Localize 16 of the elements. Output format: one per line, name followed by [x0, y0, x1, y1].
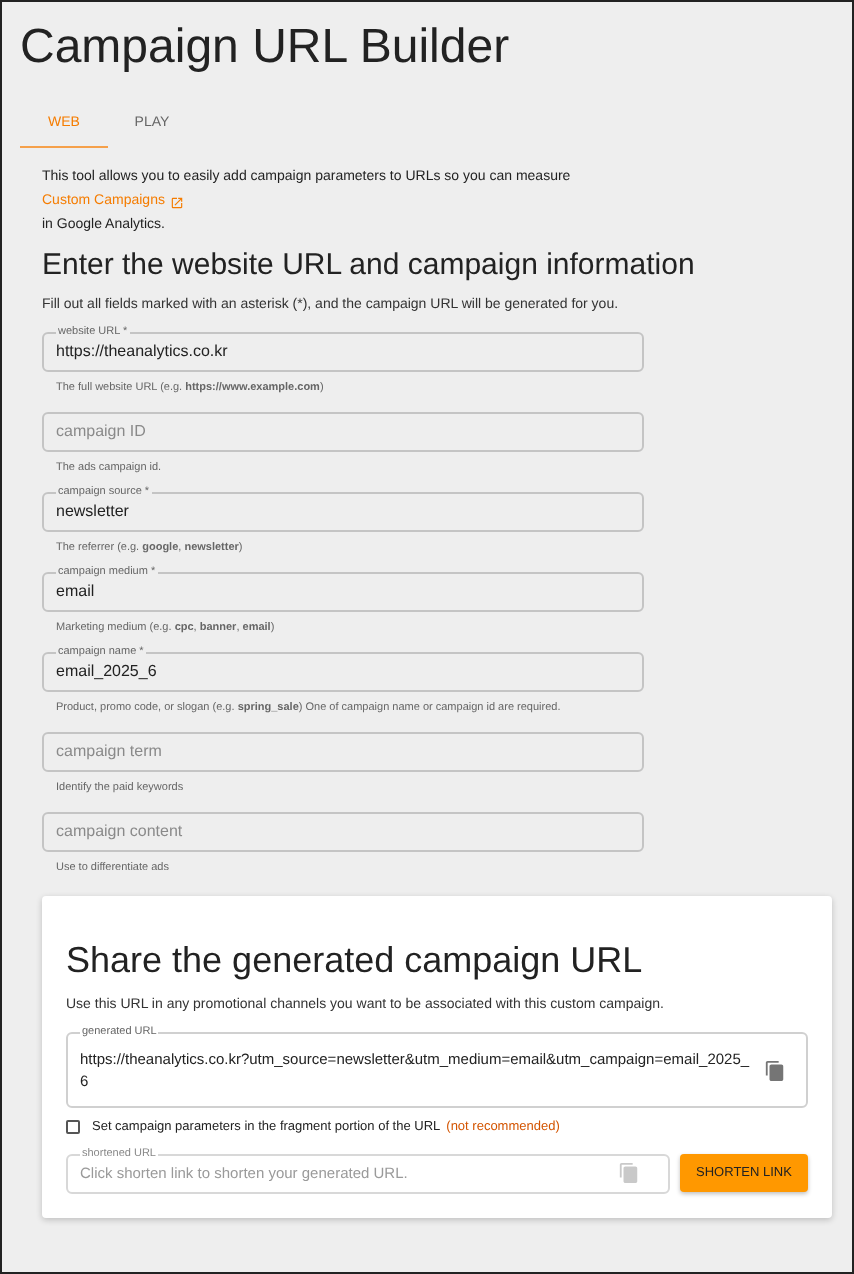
text-field[interactable]: campaign content [42, 812, 644, 852]
section-heading: Share the generated campaign URL [66, 938, 645, 984]
field-value: email_2025_6 [56, 660, 157, 684]
text-field[interactable]: campaign term [42, 732, 644, 772]
section-heading: Enter the website URL and campaign information [42, 246, 697, 286]
field-value: https://theanalytics.co.kr [56, 340, 228, 364]
field-value: newsletter [56, 500, 129, 524]
field-value: email [56, 580, 95, 604]
field-placeholder: campaign content [56, 820, 183, 844]
field-placeholder: campaign term [56, 740, 162, 764]
external-link-icon [170, 195, 185, 209]
copy-icon[interactable] [764, 1059, 786, 1081]
checkbox[interactable] [66, 1120, 80, 1135]
text-field[interactable]: campaign ID [42, 412, 644, 452]
field-placeholder: campaign ID [56, 420, 146, 444]
page-title: Campaign URL Builder [20, 18, 512, 78]
